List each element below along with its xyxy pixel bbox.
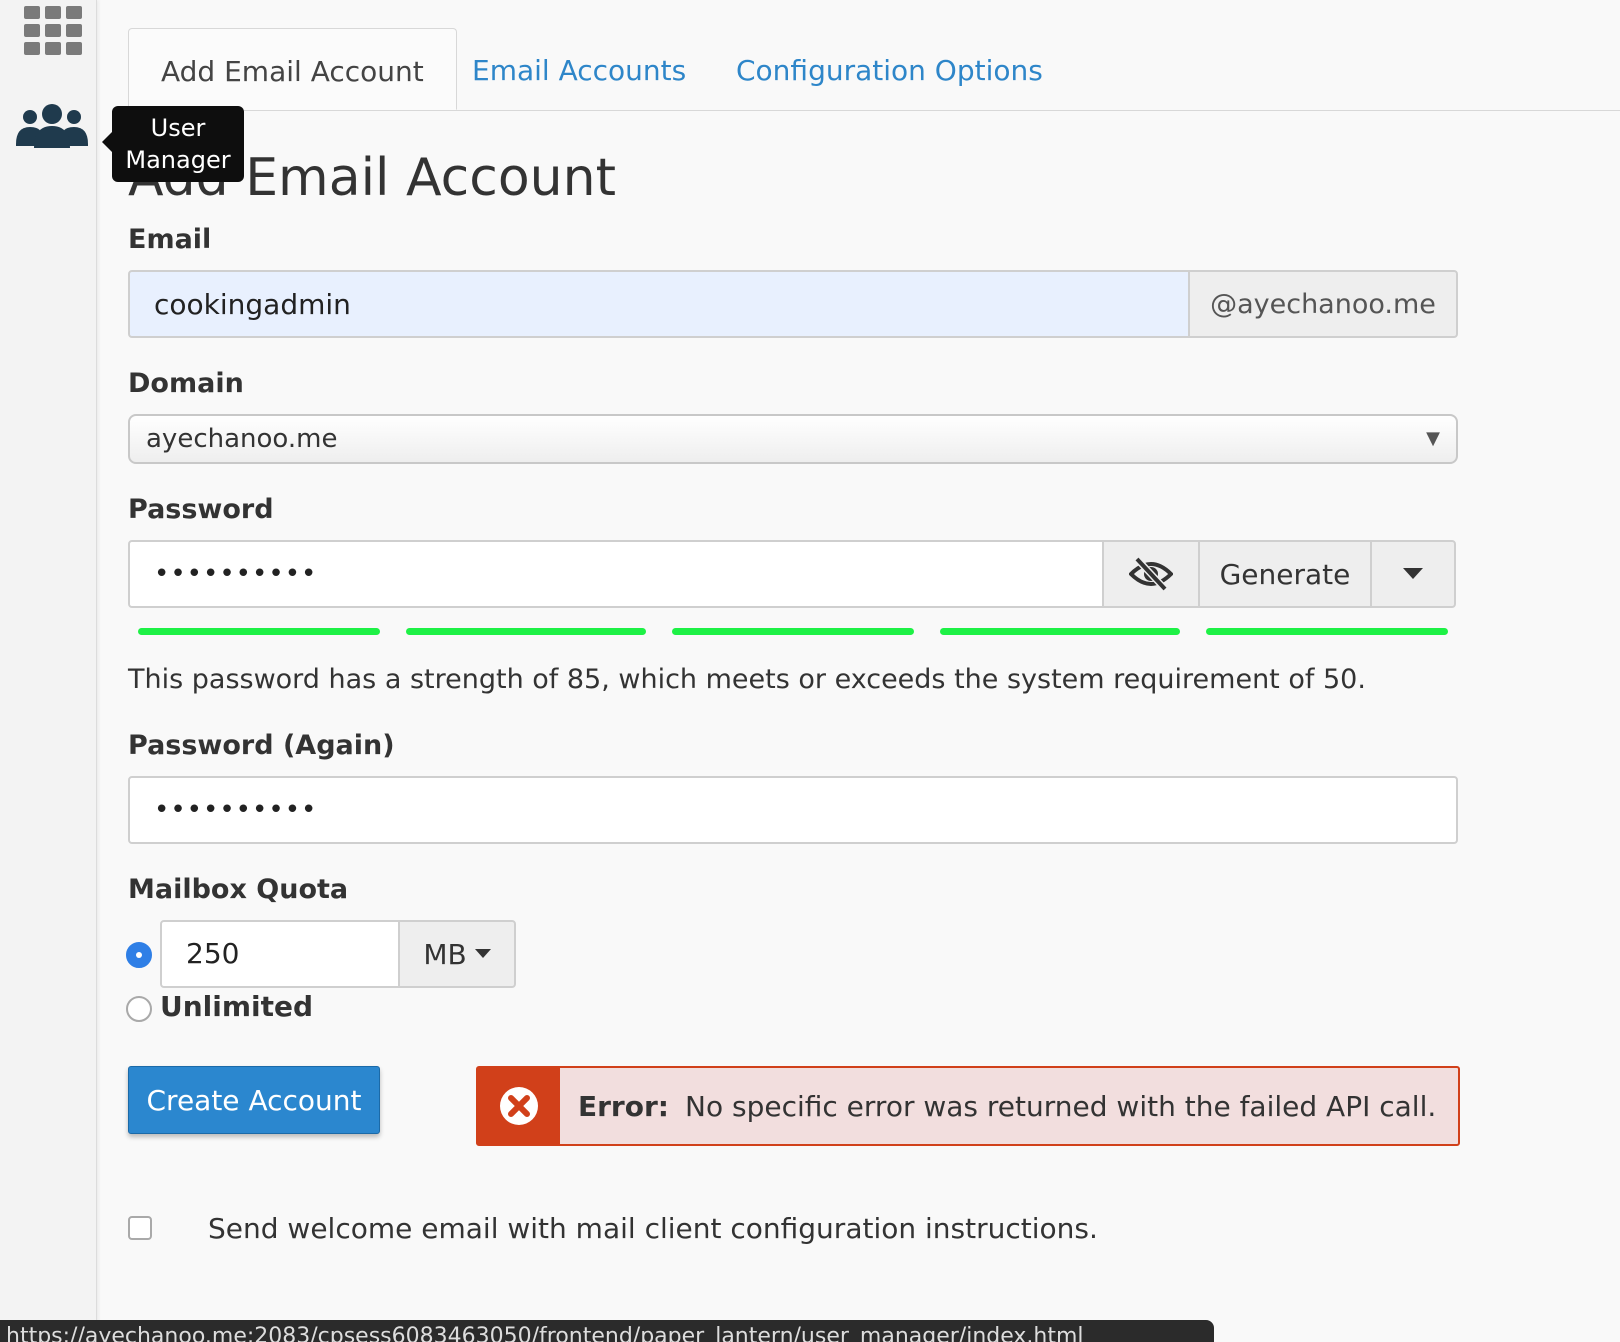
welcome-email-label: Send welcome email with mail client conf… (208, 1212, 1098, 1245)
strength-meter-segment (406, 628, 646, 635)
quota-limited-radio[interactable] (126, 942, 152, 968)
quota-unit-dropdown[interactable]: MB (398, 920, 516, 988)
password-label: Password (128, 494, 274, 525)
tab-email-accounts[interactable]: Email Accounts (472, 28, 686, 110)
error-icon-cell (478, 1068, 560, 1144)
welcome-email-checkbox[interactable] (128, 1216, 152, 1240)
password-input[interactable]: •••••••••• (128, 540, 1106, 608)
error-x-icon (500, 1087, 538, 1125)
quota-input[interactable]: 250 (160, 920, 400, 988)
domain-label: Domain (128, 368, 244, 399)
user-manager-tooltip: User Manager (102, 106, 244, 182)
email-input[interactable] (128, 270, 1190, 338)
email-label: Email (128, 224, 212, 255)
quota-unlimited-radio[interactable] (126, 996, 152, 1022)
toggle-visibility-button[interactable] (1102, 540, 1200, 608)
status-bar: https://ayechanoo.me:2083/cpsess60834630… (0, 1320, 1214, 1342)
tab-add-email-account[interactable]: Add Email Account (128, 28, 457, 110)
eye-slash-icon (1129, 556, 1173, 592)
error-title: Error: (578, 1089, 669, 1123)
domain-select[interactable]: ayechanoo.me ▼ (128, 414, 1458, 464)
password-again-input[interactable]: •••••••••• (128, 776, 1458, 844)
password-again-label: Password (Again) (128, 730, 395, 761)
tab-configuration-options[interactable]: Configuration Options (736, 28, 1043, 110)
email-domain-suffix: @ayechanoo.me (1188, 270, 1458, 338)
strength-meter-segment (1206, 628, 1448, 635)
sidebar (0, 0, 97, 1342)
error-text: Error: No specific error was returned wit… (560, 1090, 1436, 1123)
create-account-button[interactable]: Create Account (128, 1066, 380, 1134)
users-icon[interactable] (16, 104, 88, 148)
chevron-down-icon: ▼ (1426, 428, 1440, 449)
quota-unlimited-label: Unlimited (160, 990, 314, 1023)
mailbox-quota-label: Mailbox Quota (128, 874, 349, 905)
grid-icon[interactable] (24, 6, 82, 56)
caret-down-icon (474, 949, 491, 958)
caret-down-icon (1403, 568, 1423, 579)
error-message: No specific error was returned with the … (685, 1089, 1437, 1123)
generate-options-button[interactable] (1370, 540, 1456, 608)
strength-meter-segment (672, 628, 914, 635)
password-strength-text: This password has a strength of 85, whic… (128, 664, 1366, 695)
strength-meter-segment (940, 628, 1180, 635)
status-bar-url: https://ayechanoo.me:2083/cpsess60834630… (6, 1324, 1084, 1342)
strength-meter-segment (138, 628, 380, 635)
tab-bar: Add Email Account Email Accounts Configu… (128, 28, 1620, 111)
domain-selected-value: ayechanoo.me (146, 424, 338, 454)
generate-password-button[interactable]: Generate (1198, 540, 1372, 608)
quota-unit-label: MB (423, 937, 467, 971)
error-alert: Error: No specific error was returned wit… (476, 1066, 1460, 1146)
